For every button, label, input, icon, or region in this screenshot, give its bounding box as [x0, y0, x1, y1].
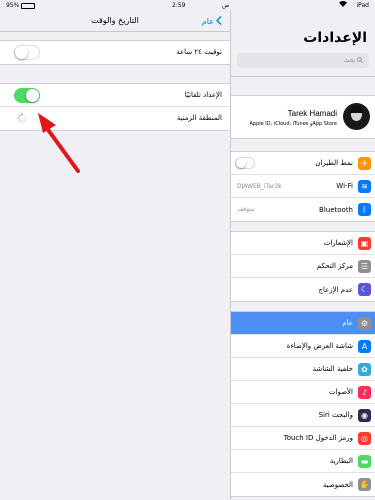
- sidebar-item-wifi[interactable]: ≋ Wi-Fi DJAWEB_iTar3k: [231, 175, 375, 198]
- sidebar-item-label: الإشعارات: [323, 239, 353, 247]
- settings-sidebar: الإعدادات بحث Tarek Hamadi Apple ID، iCl…: [230, 10, 375, 500]
- back-button[interactable]: عام: [202, 16, 222, 27]
- avatar: [343, 103, 370, 130]
- period-indicator: ص: [222, 2, 230, 9]
- notifications-group: ▣ الإشعارات ☰ مركز التحكم ☾ عدم الإزعاج: [231, 231, 375, 302]
- notifications-icon: ▣: [358, 236, 371, 250]
- chevron-left-icon: [216, 16, 222, 27]
- sidebar-item-label: Wi-Fi: [336, 182, 353, 190]
- row-label: المنطقة الزمنية: [176, 114, 222, 122]
- wallpaper-icon: ✿: [358, 362, 371, 376]
- divider: [231, 76, 375, 77]
- sidebar-item-privacy[interactable]: ✋ الخصوصية: [231, 473, 375, 496]
- profile-subtitle: Apple ID، iCloud، iTunes وApp Store: [249, 121, 337, 127]
- toggle-24-hour[interactable]: [14, 45, 40, 60]
- privacy-icon: ✋: [358, 478, 371, 491]
- system-group: ⚙ عام A شاشة العرض والإضاءة ✿ خلفية الشاشة ♪ ال…: [231, 311, 375, 497]
- detail-nav-bar: التاريخ والوقت عام: [0, 10, 230, 32]
- display-icon: A: [358, 339, 371, 353]
- battery-percent: 95%: [6, 2, 20, 9]
- sidebar-item-label: الخصوصية: [322, 480, 353, 489]
- search-icon: [357, 56, 363, 65]
- detail-title: التاريخ والوقت: [91, 16, 139, 25]
- search-placeholder: بحث: [343, 57, 355, 64]
- row-set-automatically[interactable]: الإعداد تلقائيًا: [0, 84, 230, 107]
- sidebar-item-label: عام: [342, 319, 353, 327]
- sidebar-item-label: خلفية الشاشة: [312, 365, 353, 373]
- row-24-hour-time[interactable]: توقيت ٢٤ ساعة: [0, 41, 230, 64]
- sounds-icon: ♪: [358, 385, 371, 399]
- sidebar-item-siri[interactable]: ◉ Siri والبحث: [231, 404, 375, 427]
- device-label: iPad: [356, 2, 369, 9]
- battery-status-icon: [21, 2, 36, 9]
- sidebar-item-general-gear[interactable]: ⚙ عام: [231, 312, 375, 335]
- sidebar-item-sounds[interactable]: ♪ الأصوات: [231, 381, 375, 404]
- status-bar: 95% 2:59 ص iPad: [0, 0, 375, 10]
- sidebar-item-wallpaper[interactable]: ✿ خلفية الشاشة: [231, 358, 375, 381]
- sidebar-item-touch-id[interactable]: ◎ Touch ID ورمز الدخول: [231, 427, 375, 450]
- connectivity-group: ✈ نمط الطيران ≋ Wi-Fi DJAWEB_iTar3k ᛒ Bluetoot…: [231, 151, 375, 222]
- sidebar-item-label: الأصوات: [328, 388, 353, 396]
- screen: 95% 2:59 ص iPad التاريخ والوقت عام توقيت…: [0, 0, 375, 500]
- apple-id-profile[interactable]: Tarek Hamadi Apple ID، iCloud، iTunes وA…: [231, 95, 375, 139]
- sidebar-item-label: شاشة العرض والإضاءة: [286, 342, 353, 350]
- sidebar-item-label: البطارية: [329, 457, 353, 465]
- row-label: الإعداد تلقائيًا: [184, 91, 222, 99]
- sidebar-item-value: متوقف: [237, 206, 255, 213]
- search-field[interactable]: بحث: [237, 53, 369, 68]
- bluetooth-icon: ᛒ: [358, 203, 371, 216]
- sidebar-item-label: Touch ID ورمز الدخول: [283, 434, 353, 442]
- sidebar-item-bluetooth[interactable]: ᛒ Bluetooth متوقف: [231, 198, 375, 221]
- airplane-mode-toggle[interactable]: [235, 157, 255, 169]
- do-not-disturb-icon: ☾: [358, 283, 371, 296]
- airplane-icon: ✈: [358, 156, 371, 170]
- sidebar-item-battery[interactable]: ▬ البطارية: [231, 450, 375, 473]
- profile-name: Tarek Hamadi: [287, 109, 337, 118]
- row-label: توقيت ٢٤ ساعة: [176, 48, 222, 56]
- siri-icon: ◉: [358, 408, 371, 422]
- wifi-status-icon: [339, 1, 347, 9]
- sidebar-title: الإعدادات: [303, 30, 367, 46]
- sidebar-item-label: مركز التحكم: [316, 262, 353, 270]
- sidebar-item-label: Siri والبحث: [318, 411, 353, 419]
- back-label: عام: [201, 17, 214, 26]
- control-center-icon: ☰: [358, 259, 371, 273]
- battery-indicator: 95%: [6, 2, 36, 9]
- sidebar-item-airplane[interactable]: ✈ نمط الطيران: [231, 152, 375, 175]
- toggle-set-automatically[interactable]: [14, 88, 40, 103]
- clock: 2:59: [172, 2, 186, 9]
- battery-icon: ▬: [358, 454, 371, 468]
- sidebar-item-do-not-disturb[interactable]: ☾ عدم الإزعاج: [231, 278, 375, 301]
- general-gear-icon: ⚙: [358, 316, 371, 330]
- sidebar-item-label: نمط الطيران: [315, 159, 353, 167]
- touch-id-icon: ◎: [358, 431, 371, 445]
- detail-pane: التاريخ والوقت عام توقيت ٢٤ ساعة الإعداد…: [0, 10, 230, 500]
- wifi-icon: ≋: [358, 179, 371, 193]
- sidebar-item-label: عدم الإزعاج: [318, 285, 353, 294]
- sidebar-item-label: Bluetooth: [319, 205, 353, 214]
- annotation-arrow-icon: [38, 113, 80, 173]
- clock-format-group: توقيت ٢٤ ساعة: [0, 40, 230, 65]
- sidebar-item-control-center[interactable]: ☰ مركز التحكم: [231, 255, 375, 278]
- sidebar-item-notifications[interactable]: ▣ الإشعارات: [231, 232, 375, 255]
- sidebar-item-display[interactable]: A شاشة العرض والإضاءة: [231, 335, 375, 358]
- sidebar-item-value: DJAWEB_iTar3k: [237, 182, 282, 190]
